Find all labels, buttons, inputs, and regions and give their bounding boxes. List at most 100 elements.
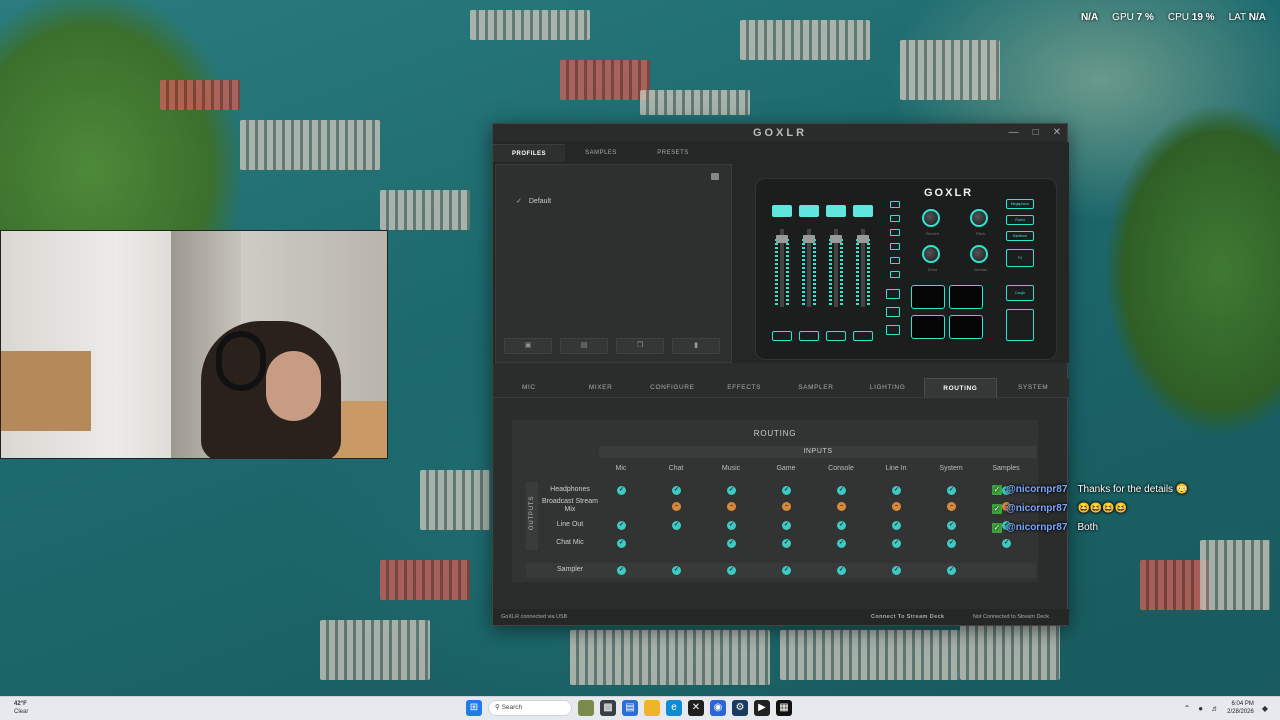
fader-1[interactable] (775, 229, 789, 307)
channel-2-button[interactable] (799, 331, 819, 341)
hardtune-button[interactable]: Hardtune (1006, 231, 1034, 241)
route-toggle[interactable]: ✓ (947, 486, 956, 495)
route-toggle[interactable]: ✓ (672, 566, 681, 575)
route-toggle[interactable]: – (837, 502, 846, 511)
sampler-bank-c-button[interactable] (886, 325, 900, 335)
effect-preset-2-button[interactable] (890, 215, 900, 222)
sampler-pad-3[interactable] (911, 315, 945, 339)
tab-lighting[interactable]: LIGHTING (852, 378, 924, 397)
new-profile-button[interactable]: ▤ (560, 338, 608, 354)
tab-presets[interactable]: PRESETS (637, 144, 709, 162)
search-box[interactable]: ⚲ Search (488, 700, 572, 716)
file-explorer-icon[interactable]: ▤ (622, 700, 638, 716)
route-toggle[interactable]: ✓ (892, 486, 901, 495)
widgets-icon[interactable] (578, 700, 594, 716)
task-view-icon[interactable]: ▩ (600, 700, 616, 716)
route-toggle[interactable]: ✓ (617, 566, 626, 575)
sampler-pad-1[interactable] (911, 285, 945, 309)
tab-effects[interactable]: EFFECTS (708, 378, 780, 397)
channel-2-mute-button[interactable] (799, 205, 819, 217)
channel-3-button[interactable] (826, 331, 846, 341)
folder-icon[interactable] (644, 700, 660, 716)
start-icon[interactable]: ⊞ (466, 700, 482, 716)
copy-profile-button[interactable]: ❐ (616, 338, 664, 354)
clock[interactable]: 6:04 PM 2/28/2026 (1227, 700, 1254, 716)
close-button[interactable]: ✕ (1053, 127, 1061, 138)
sampler-pad-4[interactable] (949, 315, 983, 339)
minimize-button[interactable]: — (1009, 127, 1019, 138)
channel-1-button[interactable] (772, 331, 792, 341)
fx-button[interactable]: FX (1006, 249, 1034, 267)
maximize-button[interactable]: □ (1033, 127, 1039, 138)
wifi-icon[interactable]: ● (1198, 704, 1203, 713)
effect-preset-3-button[interactable] (890, 229, 900, 236)
fader-2[interactable] (802, 229, 816, 307)
steam-icon[interactable]: ⚙ (732, 700, 748, 716)
weather-widget[interactable]: 42°F Clear (14, 700, 28, 716)
folder-icon[interactable] (711, 173, 719, 180)
gender-dial[interactable] (970, 245, 988, 263)
route-toggle[interactable]: ✓ (892, 521, 901, 530)
sampler-bank-b-button[interactable] (886, 307, 900, 317)
effect-preset-6-button[interactable] (890, 271, 900, 278)
tab-mic[interactable]: MIC (493, 378, 565, 397)
echo-dial[interactable] (922, 245, 940, 263)
route-toggle[interactable]: ✓ (727, 566, 736, 575)
channel-3-mute-button[interactable] (826, 205, 846, 217)
route-toggle[interactable]: – (782, 502, 791, 511)
channel-4-mute-button[interactable] (853, 205, 873, 217)
route-toggle[interactable]: ✓ (837, 566, 846, 575)
app-icon[interactable]: ✕ (688, 700, 704, 716)
mic-mute-button[interactable] (1006, 309, 1034, 341)
route-toggle[interactable]: ✓ (782, 486, 791, 495)
delete-profile-button[interactable]: ▮ (672, 338, 720, 354)
chevron-up-icon[interactable]: ⌃ (1184, 704, 1191, 713)
volume-icon[interactable]: ♬ (1211, 704, 1219, 713)
route-toggle[interactable]: ✓ (782, 521, 791, 530)
fader-4[interactable] (856, 229, 870, 307)
effect-preset-4-button[interactable] (890, 243, 900, 250)
route-toggle[interactable]: ✓ (837, 539, 846, 548)
media-player-icon[interactable]: ▶ (754, 700, 770, 716)
route-toggle[interactable]: ✓ (727, 539, 736, 548)
reverb-dial[interactable] (922, 209, 940, 227)
tab-profiles[interactable]: PROFILES (493, 144, 565, 162)
route-toggle[interactable]: – (947, 502, 956, 511)
route-toggle[interactable]: ✓ (947, 521, 956, 530)
goxlr-taskbar-icon[interactable]: ▦ (776, 700, 792, 716)
cough-button[interactable]: Cough (1006, 285, 1034, 301)
effect-preset-1-button[interactable] (890, 201, 900, 208)
route-toggle[interactable]: ✓ (617, 486, 626, 495)
sampler-pad-2[interactable] (949, 285, 983, 309)
route-toggle[interactable]: ✓ (727, 521, 736, 530)
channel-4-button[interactable] (853, 331, 873, 341)
route-toggle[interactable]: – (727, 502, 736, 511)
route-toggle[interactable]: ✓ (947, 566, 956, 575)
tab-mixer[interactable]: MIXER (565, 378, 637, 397)
fader-3[interactable] (829, 229, 843, 307)
route-toggle[interactable]: ✓ (727, 486, 736, 495)
tab-sampler[interactable]: SAMPLER (780, 378, 852, 397)
app-icon-2[interactable]: ◉ (710, 700, 726, 716)
route-toggle[interactable]: ✓ (837, 521, 846, 530)
route-toggle[interactable]: – (892, 502, 901, 511)
profile-item-default[interactable]: ✓ Default (516, 197, 551, 205)
tab-configure[interactable]: CONFIGURE (637, 378, 709, 397)
robot-button[interactable]: Robot (1006, 215, 1034, 225)
route-toggle[interactable]: – (672, 502, 681, 511)
route-toggle[interactable]: ✓ (892, 539, 901, 548)
route-toggle[interactable]: ✓ (837, 486, 846, 495)
megaphone-button[interactable]: Megaphone (1006, 199, 1034, 209)
route-toggle[interactable]: ✓ (892, 566, 901, 575)
route-toggle[interactable]: ✓ (672, 486, 681, 495)
channel-1-mute-button[interactable] (772, 205, 792, 217)
effect-preset-5-button[interactable] (890, 257, 900, 264)
route-toggle[interactable]: ✓ (1002, 539, 1011, 548)
tab-samples[interactable]: SAMPLES (565, 144, 637, 162)
route-toggle[interactable]: ✓ (617, 521, 626, 530)
connect-stream-deck-link[interactable]: Connect To Stream Deck (871, 614, 945, 620)
sampler-bank-a-button[interactable] (886, 289, 900, 299)
edge-browser-icon[interactable]: e (666, 700, 682, 716)
route-toggle[interactable]: ✓ (672, 521, 681, 530)
notifications-icon[interactable]: ◆ (1262, 704, 1268, 713)
